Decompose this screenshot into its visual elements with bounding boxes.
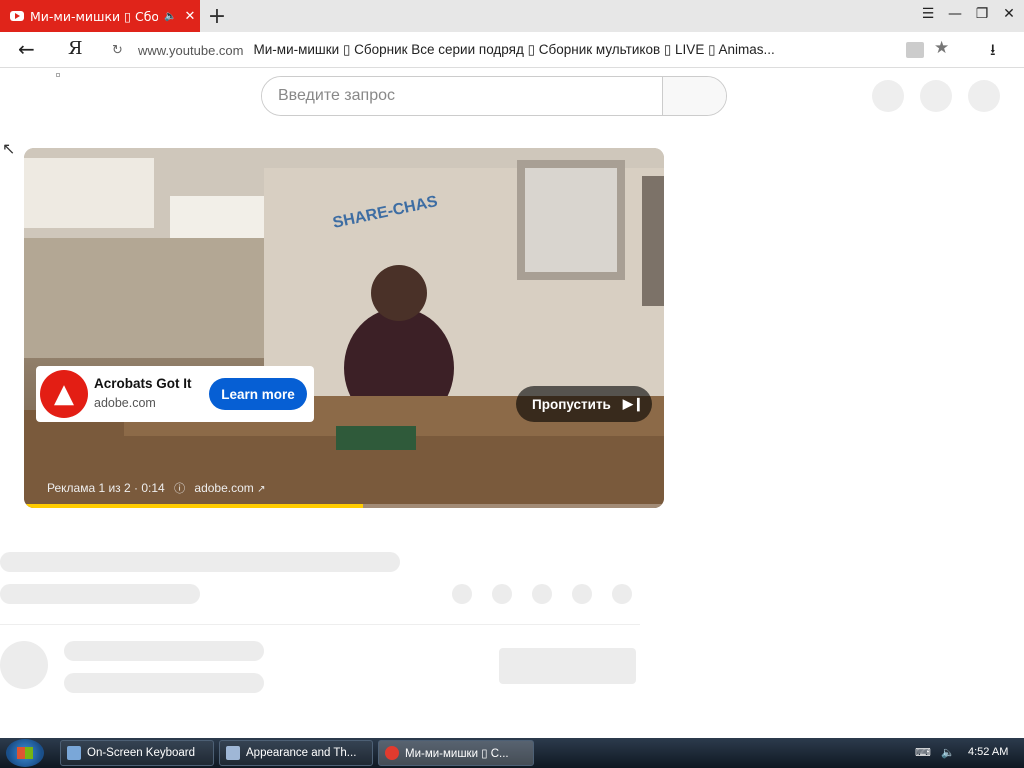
search-input[interactable]	[262, 77, 663, 115]
bookmark-star-icon[interactable]: ★	[934, 38, 949, 58]
action-skeleton	[612, 584, 632, 604]
start-button[interactable]	[6, 739, 44, 767]
address-bar: ← Я ↻ www.youtube.com Ми-ми-мишки ▯ Сбор…	[0, 32, 1024, 68]
close-tab-icon[interactable]: ✕	[184, 9, 195, 24]
divider	[0, 624, 640, 625]
action-skeleton	[452, 584, 472, 604]
video-player[interactable]: SHARE-CHAS ▲ Acrobats Got It adobe.com L…	[24, 148, 664, 508]
ad-counter: Реклама 1 из 2 · 0:14	[47, 481, 165, 495]
info-icon[interactable]: ⓘ	[174, 483, 185, 495]
channel-name-skeleton	[64, 641, 264, 661]
url-field[interactable]: ↻ www.youtube.com Ми-ми-мишки ▯ Сборник …	[104, 36, 964, 64]
subscribe-skeleton	[499, 648, 636, 684]
search-box	[261, 76, 727, 116]
yandex-logo[interactable]: Я	[68, 38, 83, 59]
header-icon-placeholder[interactable]	[872, 80, 904, 112]
protect-icon[interactable]	[906, 42, 924, 58]
tab-youtube[interactable]: Ми-ми-мишки ▯ Сборник 🔈 ✕	[0, 0, 200, 32]
header-icon-placeholder[interactable]	[920, 80, 952, 112]
channel-subs-skeleton	[64, 673, 264, 693]
channel-avatar-skeleton	[0, 641, 48, 689]
adobe-acrobat-icon: ▲	[40, 370, 88, 418]
control-panel-icon	[226, 746, 240, 760]
action-skeleton	[572, 584, 592, 604]
taskbar-item-label: On-Screen Keyboard	[87, 747, 196, 759]
url-page-title: Ми-ми-мишки ▯ Сборник Все серии подряд ▯…	[253, 42, 775, 57]
taskbar-item-label: Ми-ми-мишки ▯ С...	[405, 748, 509, 760]
taskbar-item-appearance[interactable]: Appearance and Th...	[219, 740, 373, 766]
minimize-button[interactable]: —	[943, 6, 967, 22]
action-skeleton	[492, 584, 512, 604]
search-button[interactable]	[662, 77, 726, 115]
back-button[interactable]: ←	[18, 37, 35, 61]
taskbar: On-Screen Keyboard Appearance and Th... …	[0, 738, 1024, 768]
taskbar-item-browser[interactable]: Ми-ми-мишки ▯ С...	[378, 740, 534, 766]
new-tab-button[interactable]: +	[205, 4, 229, 29]
windows-logo-icon	[17, 747, 33, 759]
youtube-icon	[10, 11, 24, 21]
mouse-cursor-icon: ↖	[2, 139, 16, 158]
clock[interactable]: 4:52 AM	[968, 746, 1008, 758]
menu-icon[interactable]: ☰	[916, 6, 940, 22]
meta-skeleton	[0, 584, 200, 604]
action-skeleton	[532, 584, 552, 604]
title-skeleton	[0, 552, 400, 572]
url-domain: www.youtube.com	[138, 42, 244, 58]
taskbar-item-label: Appearance and Th...	[246, 747, 357, 759]
reload-icon[interactable]: ↻	[112, 43, 130, 58]
tab-strip: Ми-ми-мишки ▯ Сборник 🔈 ✕ + ☰ — ❐ ✕	[0, 0, 1024, 32]
close-window-button[interactable]: ✕	[997, 6, 1021, 22]
ad-progress-bar[interactable]	[24, 504, 664, 508]
keyboard-icon	[67, 746, 81, 760]
ad-advertiser: Acrobats Got It	[94, 376, 192, 391]
ad-info-site[interactable]: adobe.com	[194, 481, 253, 495]
tab-title: Ми-ми-мишки ▯ Сборник	[30, 8, 158, 24]
ad-card[interactable]: ▲ Acrobats Got It adobe.com Learn more	[36, 366, 314, 422]
volume-tray-icon[interactable]: 🔈	[941, 746, 955, 759]
learn-more-button[interactable]: Learn more	[209, 378, 307, 410]
speaker-icon[interactable]: 🔈	[164, 11, 176, 22]
skip-ad-label: Пропустить	[532, 396, 611, 412]
external-link-icon: ↗	[257, 484, 266, 495]
yandex-browser-icon	[385, 746, 399, 760]
ad-info: Реклама 1 из 2 · 0:14 ⓘ adobe.com ↗	[47, 480, 266, 496]
ad-site: adobe.com	[94, 396, 156, 410]
restore-button[interactable]: ❐	[970, 6, 994, 22]
loading-dot	[56, 73, 60, 77]
ad-progress-fill	[24, 504, 364, 508]
skip-ad-button[interactable]: Пропустить ▶❙	[516, 386, 652, 422]
avatar-placeholder[interactable]	[968, 80, 1000, 112]
keyboard-tray-icon[interactable]: ⌨	[915, 746, 931, 759]
download-icon[interactable]: ⭳	[990, 39, 996, 66]
video-frame: SHARE-CHAS	[24, 148, 664, 508]
skip-next-icon: ▶❙	[622, 396, 644, 411]
taskbar-item-keyboard[interactable]: On-Screen Keyboard	[60, 740, 214, 766]
